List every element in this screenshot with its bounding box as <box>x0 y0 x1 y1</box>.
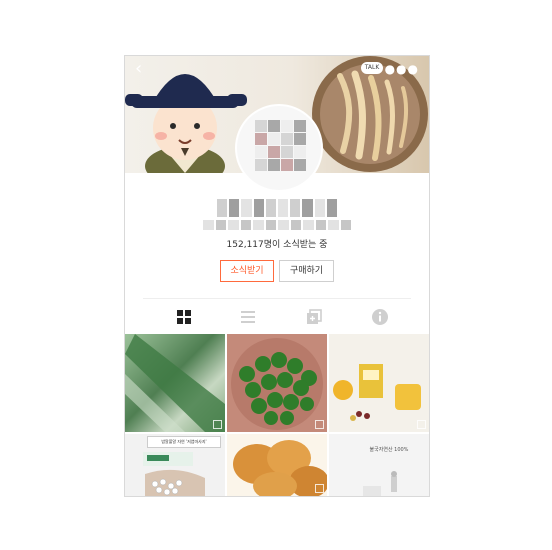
profile-name-blurred <box>217 199 338 217</box>
post-grid: 밥알볼알 자연 '저염마사지' 불국자연산 100% <box>125 334 429 496</box>
phone-frame: ‹ TALK ●●● 152,117명이 소식받는 중 소식받기 구매하기 밥알… <box>124 55 430 497</box>
multi-photo-indicator-icon <box>417 420 426 429</box>
post-thumbnail[interactable] <box>125 334 225 432</box>
list-view-icon[interactable] <box>239 308 257 326</box>
fried-food-photo <box>233 440 327 496</box>
multi-photo-indicator-icon <box>315 484 324 493</box>
info-icon[interactable] <box>371 308 389 326</box>
back-icon[interactable]: ‹ <box>135 60 142 78</box>
post-thumbnail[interactable]: 불국자연산 100% <box>329 434 429 496</box>
multi-photo-indicator-icon <box>315 420 324 429</box>
purchase-button[interactable]: 구매하기 <box>279 260 334 282</box>
product-bottle-photo <box>363 471 397 496</box>
post-thumbnail[interactable] <box>329 334 429 432</box>
view-tabs <box>143 298 411 335</box>
leaf-photo <box>125 334 225 432</box>
post-thumbnail[interactable] <box>227 434 327 496</box>
talk-badge[interactable]: TALK <box>361 62 383 74</box>
green-fruit-photo <box>231 338 323 430</box>
post-thumbnail[interactable] <box>227 334 327 432</box>
profile-avatar <box>235 104 323 192</box>
multi-photo-indicator-icon <box>213 420 222 429</box>
more-dots-icon[interactable]: ●●● <box>385 62 419 76</box>
product-photo <box>333 364 421 421</box>
post-banner-text: 밥알볼알 자연 '저염마사지' <box>147 436 221 448</box>
subscribe-button[interactable]: 소식받기 <box>220 260 274 282</box>
grid-view-icon[interactable] <box>175 308 193 326</box>
post-caption-text: 불국자연산 100% <box>369 447 409 453</box>
profile-description-blurred <box>203 220 351 230</box>
multi-post-icon[interactable] <box>305 308 323 326</box>
avatar-pixelated <box>255 120 306 171</box>
subscriber-count: 152,117명이 소식받는 중 <box>226 240 328 250</box>
post-thumbnail[interactable]: 밥알볼알 자연 '저염마사지' <box>125 434 225 496</box>
